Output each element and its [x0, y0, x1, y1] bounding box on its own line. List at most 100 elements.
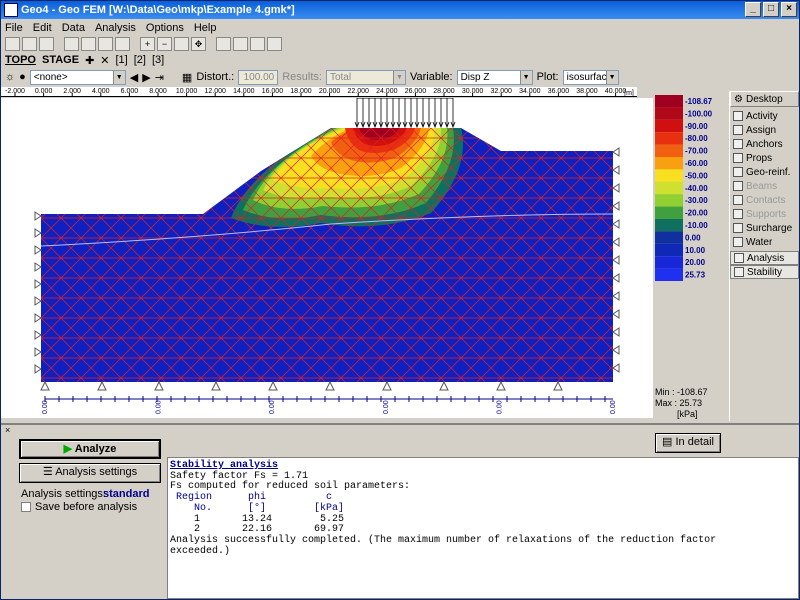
- ruler-tick-label: 28.000: [433, 88, 455, 95]
- zoom-in-icon[interactable]: +: [140, 37, 155, 51]
- legend-value: 25.73: [685, 271, 706, 280]
- ruler-tick-label: 2.000: [63, 88, 81, 95]
- right-support: [612, 363, 620, 373]
- legend-swatch: [655, 132, 683, 145]
- results-toolbar: ☼ ● <none> ▼ ◀ ▶ ⇥ ▦ Distort.: 100.00 Res…: [1, 68, 799, 86]
- legend-value: -90.00: [685, 122, 708, 131]
- legend-value: 0.00: [685, 233, 701, 242]
- right-sidebar: ⚙ Desktop Activity Assign Anchors Props Geo-r…: [729, 91, 799, 421]
- fem-model-view[interactable]: 0.00 0.00 0.00 0.00 0.00 0.00: [1, 97, 653, 418]
- left-support: [34, 330, 42, 340]
- save-icon[interactable]: [39, 37, 54, 51]
- sidebar-analysis[interactable]: Analysis: [730, 251, 799, 265]
- analysis-controls: ▶ Analyze ☰ Analysis settings Analysis s…: [5, 433, 165, 597]
- legend-swatch: [655, 243, 683, 257]
- view-1-icon[interactable]: [216, 37, 231, 51]
- right-support: [612, 183, 620, 193]
- console-table-header-2: No. [°] [kPa]: [170, 502, 345, 514]
- ruler-tick-label: 14.000: [233, 88, 255, 95]
- open-folder-icon[interactable]: [22, 37, 37, 51]
- sidebar-item-geo-reinf[interactable]: Geo-reinf.: [730, 165, 799, 179]
- sidebar-tool-icon: [733, 181, 743, 191]
- right-support: [612, 147, 620, 157]
- left-support: [34, 245, 42, 255]
- in-detail-button[interactable]: ▤ In detail: [655, 433, 721, 453]
- move-icon[interactable]: ✥: [191, 37, 206, 51]
- variable-select[interactable]: Disp Z ▼: [456, 69, 533, 85]
- model-canvas[interactable]: 0.00 0.00 0.00 0.00 0.00 0.00: [1, 97, 653, 418]
- page-icon[interactable]: [115, 37, 130, 51]
- copy-icon[interactable]: [64, 37, 79, 51]
- distort-icon[interactable]: ▦: [182, 71, 192, 84]
- delete-stage-icon[interactable]: ✕: [100, 54, 109, 67]
- legend-value: -20.00: [685, 209, 708, 218]
- ruler-tick-label: 16.000: [262, 88, 284, 95]
- stage-3-tab[interactable]: [3]: [152, 54, 164, 66]
- menu-options[interactable]: Options: [146, 22, 184, 34]
- view-3-icon[interactable]: [250, 37, 265, 51]
- sidebar-tool-icon: [733, 153, 743, 163]
- maximize-button[interactable]: □: [763, 2, 779, 17]
- legend-swatch: [655, 144, 683, 157]
- legend-swatch: [655, 219, 683, 232]
- minimize-button[interactable]: _: [745, 2, 761, 17]
- analyze-button[interactable]: ▶ Analyze: [19, 439, 161, 459]
- zoom-out-icon[interactable]: −: [157, 37, 172, 51]
- right-support: [612, 237, 620, 247]
- menu-help[interactable]: Help: [194, 22, 217, 34]
- bottom-support: [325, 380, 335, 391]
- zoom-window-icon[interactable]: [267, 37, 282, 51]
- mesh-line: [1, 98, 21, 398]
- sidebar-item-surcharge[interactable]: Surcharge: [730, 221, 799, 235]
- bottom-support: [154, 380, 164, 391]
- menu-file[interactable]: File: [5, 22, 23, 34]
- add-stage-icon[interactable]: ✚: [85, 54, 94, 67]
- paste-icon[interactable]: [81, 37, 96, 51]
- export-icon[interactable]: ⇥: [155, 71, 164, 84]
- sidebar-desktop[interactable]: ⚙ Desktop: [730, 91, 799, 107]
- view-2-icon[interactable]: [233, 37, 248, 51]
- plot-label: Plot:: [536, 71, 559, 83]
- sidebar-item-anchors[interactable]: Anchors: [730, 137, 799, 151]
- sidebar-item-supports[interactable]: Supports: [730, 207, 799, 221]
- sidebar-item-props[interactable]: Props: [730, 151, 799, 165]
- title-bar: Geo4 - Geo FEM [W:\Data\Geo\mkp\Example …: [1, 1, 799, 19]
- legend-swatch: [655, 95, 683, 108]
- sidebar-item-contacts[interactable]: Contacts: [730, 193, 799, 207]
- analysis-settings-label: Analysis settings:: [21, 488, 106, 500]
- menu-data[interactable]: Data: [62, 22, 85, 34]
- sidebar-stability[interactable]: Stability: [730, 265, 799, 279]
- sidebar-item-activity[interactable]: Activity: [730, 109, 799, 123]
- print-icon[interactable]: [98, 37, 113, 51]
- menu-edit[interactable]: Edit: [33, 22, 52, 34]
- analysis-settings-button[interactable]: ☰ Analysis settings: [19, 463, 161, 483]
- pointer-icon[interactable]: ●: [19, 71, 26, 83]
- none-combo[interactable]: <none> ▼: [29, 69, 126, 85]
- bottom-axis-label: 0.00: [269, 400, 276, 414]
- sidebar-item-water[interactable]: Water: [730, 235, 799, 249]
- zoom-extent-icon[interactable]: [174, 37, 189, 51]
- menu-analysis[interactable]: Analysis: [95, 22, 136, 34]
- stage-1-tab[interactable]: [1]: [116, 54, 128, 66]
- console-header: ▤ In detail: [167, 431, 727, 457]
- close-button[interactable]: ×: [781, 2, 797, 17]
- bottom-axis-label: 0.00: [42, 400, 49, 414]
- prev-icon[interactable]: ◀: [130, 71, 138, 84]
- tab-stage[interactable]: STAGE: [42, 54, 79, 66]
- ruler-tick-label: 36.000: [548, 88, 570, 95]
- settings-icon[interactable]: ☼: [5, 71, 15, 83]
- save-before-checkbox[interactable]: [21, 502, 31, 512]
- sidebar-item-assign[interactable]: Assign: [730, 123, 799, 137]
- new-file-icon[interactable]: [5, 37, 20, 51]
- ruler-tick-label: 32.000: [490, 88, 512, 95]
- ruler-tick-label: 20.000: [319, 88, 341, 95]
- plot-select[interactable]: isosurface ▼: [562, 69, 619, 85]
- results-select[interactable]: Total ▼: [325, 69, 406, 85]
- left-support: [34, 228, 42, 238]
- next-icon[interactable]: ▶: [142, 71, 150, 84]
- tab-topo[interactable]: TOPO: [5, 54, 36, 66]
- stage-2-tab[interactable]: [2]: [134, 54, 146, 66]
- distort-input[interactable]: 100.00: [238, 69, 279, 85]
- sidebar-item-beams[interactable]: Beams: [730, 179, 799, 193]
- ruler-tick-label: 24.000: [376, 88, 398, 95]
